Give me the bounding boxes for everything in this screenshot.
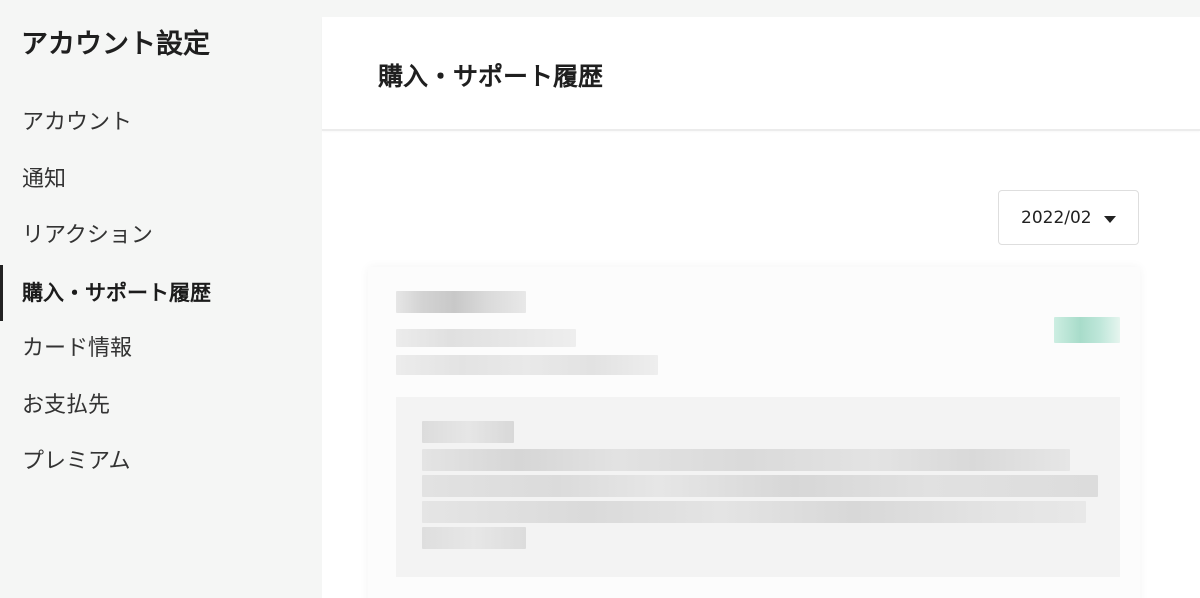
redacted-line [396, 355, 658, 375]
purchase-card[interactable] [368, 267, 1140, 598]
redacted-line [396, 329, 576, 347]
sidebar-item-card-info[interactable]: カード情報 [0, 321, 300, 378]
sidebar-item-reactions[interactable]: リアクション [0, 208, 300, 265]
main-header: 購入・サポート履歴 [322, 17, 1200, 131]
sidebar-item-purchase-history[interactable]: 購入・サポート履歴 [0, 264, 300, 322]
redacted-detail-line [422, 501, 1086, 523]
month-select[interactable]: 2022/02 [998, 190, 1139, 245]
purchase-detail-box [396, 397, 1120, 577]
sidebar-title: アカウント設定 [21, 29, 210, 60]
account-settings-page: アカウント設定 アカウント 通知 リアクション 購入・サポート履歴 カード情報 … [0, 0, 1200, 598]
sidebar-item-payee[interactable]: お支払先 [0, 378, 300, 435]
sidebar-item-premium[interactable]: プレミアム [0, 434, 300, 491]
month-select-value: 2022/02 [1021, 208, 1092, 228]
redacted-status-badge [1054, 317, 1120, 343]
sidebar-item-account[interactable]: アカウント [0, 95, 300, 152]
redacted-detail-line [422, 527, 526, 549]
settings-nav: アカウント 通知 リアクション 購入・サポート履歴 カード情報 お支払先 プレミ… [0, 95, 300, 491]
redacted-detail-line [422, 475, 1098, 497]
sidebar-item-notifications[interactable]: 通知 [0, 152, 300, 209]
caret-down-icon [1104, 216, 1116, 223]
redacted-title [396, 291, 526, 313]
redacted-detail-line [422, 449, 1070, 471]
settings-sidebar: アカウント設定 アカウント 通知 リアクション 購入・サポート履歴 カード情報 … [0, 0, 300, 598]
main-panel: 購入・サポート履歴 2022/02 [322, 17, 1200, 598]
page-title: 購入・サポート履歴 [378, 62, 604, 91]
redacted-detail-heading [422, 421, 514, 443]
